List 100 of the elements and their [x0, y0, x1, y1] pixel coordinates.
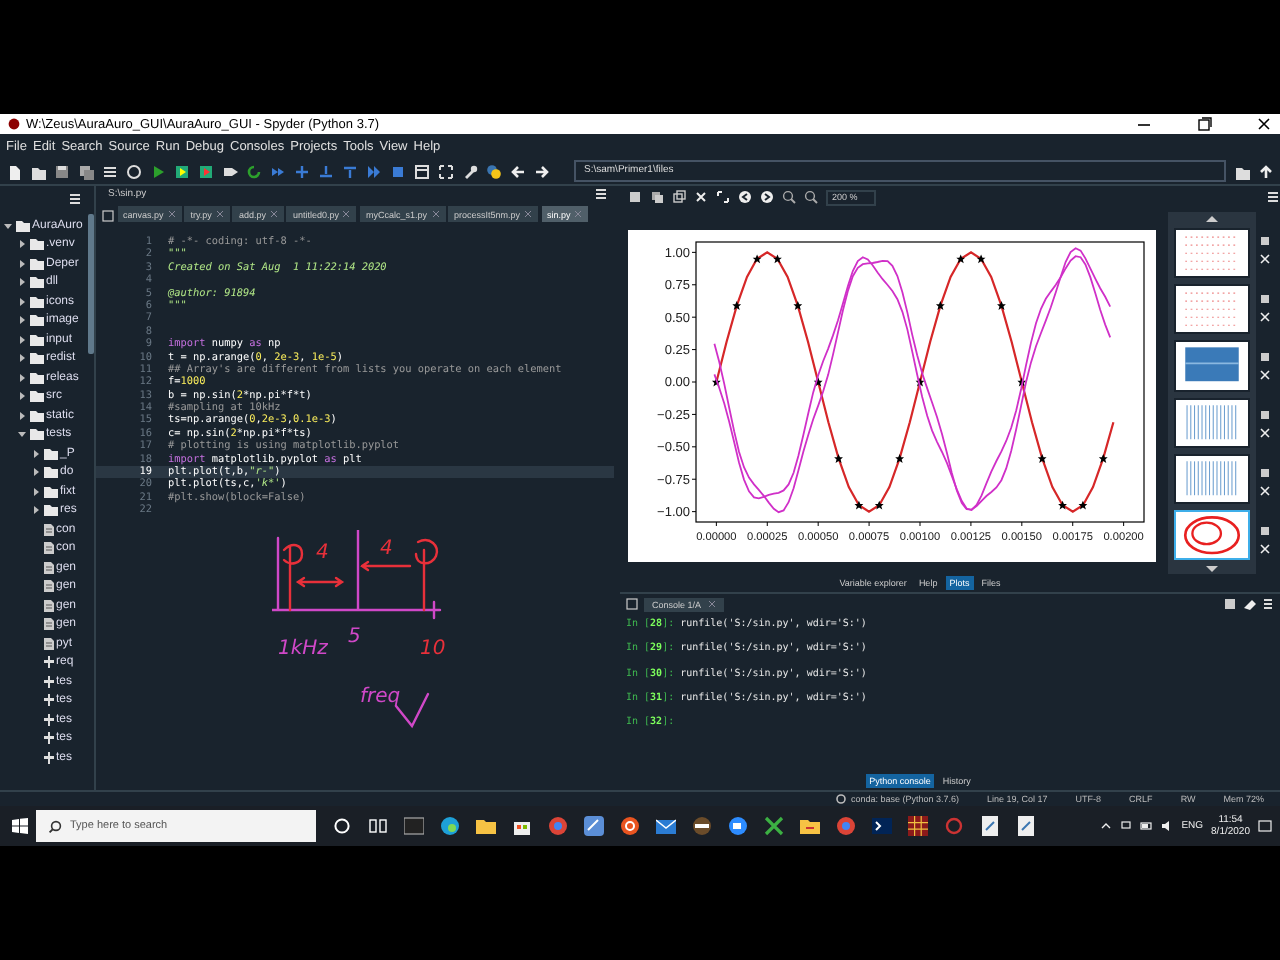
run-icon[interactable]	[150, 163, 166, 179]
video-camera-icon[interactable]	[728, 816, 748, 836]
data-point	[732, 301, 742, 310]
network-icon[interactable]	[1119, 820, 1132, 832]
file-icon	[43, 523, 53, 536]
battery-icon[interactable]	[1139, 820, 1154, 832]
file-icon	[43, 599, 53, 612]
fit-icon[interactable]	[716, 190, 730, 204]
plot-thumbnail[interactable]	[1174, 340, 1250, 392]
plus-document-icon	[43, 751, 53, 764]
notification-icon[interactable]	[1258, 819, 1272, 833]
file-icon	[43, 637, 53, 650]
grid-icon[interactable]	[908, 816, 928, 836]
wrench-icon[interactable]	[462, 163, 478, 179]
save-icon[interactable]	[1260, 236, 1270, 246]
copy-icon[interactable]	[672, 190, 686, 204]
plus-document-icon	[43, 732, 53, 745]
notepad-icon[interactable]	[980, 816, 1000, 836]
circle-logo-icon[interactable]	[620, 816, 640, 836]
maximize-icon[interactable]	[1196, 116, 1212, 132]
menu-icon[interactable]	[594, 188, 608, 200]
round-logo-icon[interactable]	[836, 816, 856, 836]
stop-icon[interactable]	[1224, 598, 1236, 610]
handwritten-label: freq	[360, 686, 401, 708]
data-point	[997, 301, 1006, 310]
open-folder-icon[interactable]	[30, 163, 46, 179]
plus-document-icon	[43, 694, 53, 707]
browser-icon[interactable]	[440, 816, 460, 836]
search-icon	[48, 819, 62, 833]
close-icon[interactable]	[1256, 116, 1272, 132]
save-icon[interactable]	[1260, 410, 1270, 420]
terminal-icon[interactable]	[872, 816, 892, 836]
file-icon	[43, 542, 53, 555]
shopping-bag-icon[interactable]	[512, 816, 532, 836]
folder-icon[interactable]	[1234, 163, 1250, 179]
plot-thumbnail[interactable]	[1174, 397, 1250, 448]
data-point	[976, 254, 986, 264]
slider-icon[interactable]	[692, 816, 712, 836]
debug-icon[interactable]	[270, 163, 286, 179]
save-icon[interactable]	[54, 163, 70, 179]
run-cell-icon[interactable]	[198, 163, 214, 179]
cross-icon[interactable]	[764, 816, 784, 836]
save-icon[interactable]	[628, 190, 642, 204]
data-point	[956, 254, 966, 264]
data-point	[1037, 454, 1047, 463]
eraser-icon[interactable]	[1242, 598, 1256, 610]
paint-icon[interactable]	[584, 816, 604, 836]
mail-icon[interactable]	[656, 816, 676, 836]
window-icon[interactable]	[414, 163, 430, 179]
windows-start-icon[interactable]	[12, 818, 28, 834]
data-point	[752, 254, 762, 264]
save-icon[interactable]	[1260, 526, 1270, 536]
new-file-icon[interactable]	[6, 163, 22, 179]
menu-icon[interactable]	[1262, 598, 1274, 610]
plot-thumbnail[interactable]	[1174, 453, 1250, 504]
notepad-icon[interactable]	[1016, 816, 1036, 836]
data-point	[711, 377, 721, 387]
plot-thumbnail[interactable]	[1174, 284, 1250, 335]
folder-icon[interactable]	[476, 816, 496, 836]
data-point	[793, 301, 803, 310]
handwritten-label: 5	[348, 626, 361, 648]
plus-document-icon	[43, 656, 53, 669]
run-file-icon[interactable]	[174, 163, 190, 179]
data-point	[773, 254, 782, 264]
save-all-icon[interactable]	[78, 163, 94, 179]
save-icon[interactable]	[1260, 468, 1270, 478]
data-point	[813, 377, 823, 387]
previous-icon[interactable]	[738, 190, 752, 204]
scroll-down-icon[interactable]	[1206, 566, 1218, 574]
volume-icon[interactable]	[1161, 820, 1174, 832]
plot-thumbnail[interactable]	[1174, 509, 1250, 561]
data-point	[1078, 500, 1088, 510]
continue-icon[interactable]	[366, 163, 382, 179]
forward-arrow-icon[interactable]	[534, 163, 550, 179]
chevron-up-icon[interactable]	[1099, 820, 1112, 832]
save-icon[interactable]	[1260, 352, 1270, 362]
save-all-icon[interactable]	[650, 190, 664, 204]
data-point	[874, 500, 884, 510]
round-logo-icon[interactable]	[548, 816, 568, 836]
reload-icon[interactable]	[246, 163, 262, 179]
handwritten-label: 1kHz	[278, 638, 328, 660]
next-icon[interactable]	[760, 190, 774, 204]
plot-thumbnail[interactable]	[1174, 228, 1250, 279]
list-icon[interactable]	[102, 163, 118, 179]
data-point	[1058, 500, 1067, 510]
maximize-pane-icon[interactable]	[438, 163, 454, 179]
handwritten-label: 4	[316, 542, 329, 564]
task-view-icon[interactable]	[368, 816, 388, 836]
save-icon[interactable]	[1260, 294, 1270, 304]
up-arrow-icon[interactable]	[1258, 163, 1274, 179]
back-arrow-icon[interactable]	[510, 163, 526, 179]
browse-tabs-icon[interactable]	[626, 598, 638, 610]
zoom-in-icon[interactable]	[804, 190, 818, 204]
scroll-up-icon[interactable]	[1206, 214, 1218, 222]
zoom-out-icon[interactable]	[782, 190, 796, 204]
data-point	[834, 454, 843, 463]
menu-icon[interactable]	[1266, 190, 1280, 204]
menu-icon[interactable]	[68, 192, 82, 206]
circle-icon[interactable]	[332, 816, 352, 836]
browse-tabs-icon[interactable]	[102, 210, 114, 222]
